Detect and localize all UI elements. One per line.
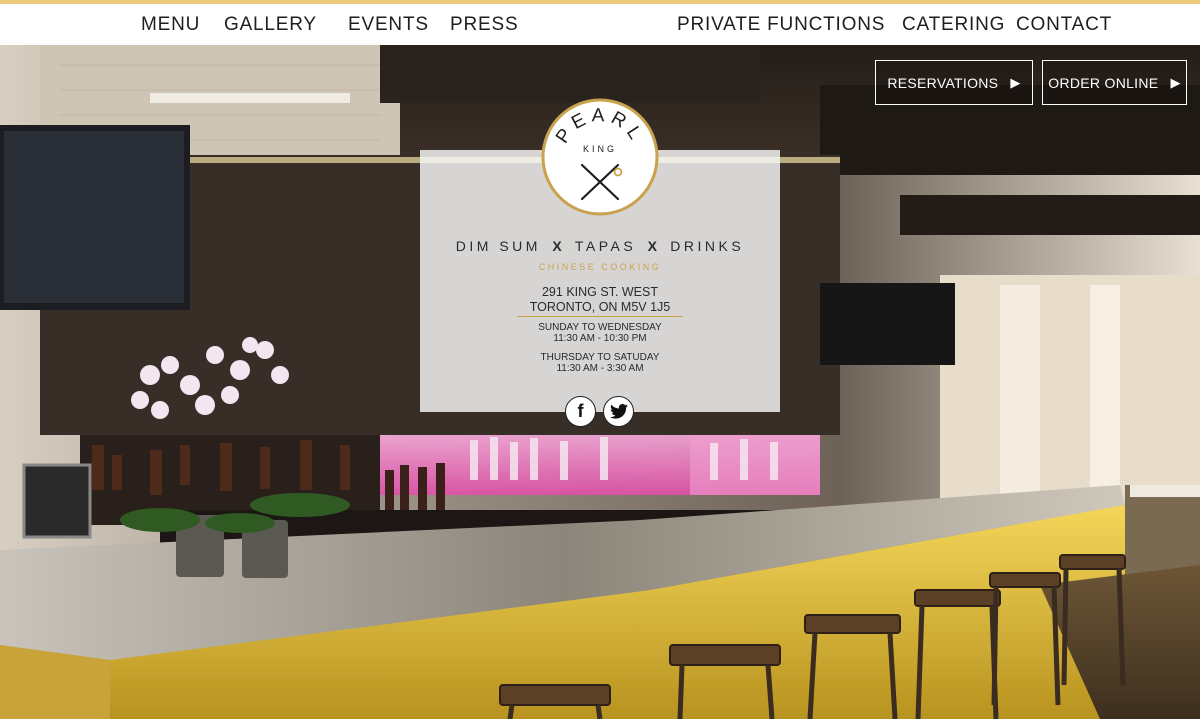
order-online-button[interactable]: ORDER ONLINE ▶ <box>1042 60 1187 105</box>
order-online-label: ORDER ONLINE <box>1048 74 1159 91</box>
tagline-dimsum: DIM SUM <box>455 238 541 254</box>
reservations-button[interactable]: RESERVATIONS ▶ <box>875 60 1033 105</box>
hours-days: SUNDAY TO WEDNESDAY <box>538 322 662 333</box>
pearl-king-logo[interactable]: PEARL KING <box>540 97 660 217</box>
hours-time: 11:30 AM - 10:30 PM <box>553 333 647 344</box>
hero-section: RESERVATIONS ▶ ORDER ONLINE ▶ PEARL KING… <box>0 45 1200 719</box>
play-arrow-icon: ▶ <box>1170 74 1181 90</box>
hours-days: THURSDAY TO SATUDAY <box>540 352 660 363</box>
hours-time: 11:30 AM - 3:30 AM <box>556 363 644 374</box>
nav-menu[interactable]: MENU <box>141 14 200 36</box>
nav-press[interactable]: PRESS <box>450 14 518 36</box>
address-block: 291 KING ST. WEST TORONTO, ON M5V 1J5 <box>420 285 780 315</box>
address-line-1: 291 KING ST. WEST <box>541 285 658 299</box>
nav-catering[interactable]: CATERING <box>902 14 1005 36</box>
nav-gallery[interactable]: GALLERY <box>224 14 317 36</box>
address-line-2: TORONTO, ON M5V 1J5 <box>529 300 671 314</box>
nav-contact[interactable]: CONTACT <box>1016 14 1112 36</box>
hours-block-1: SUNDAY TO WEDNESDAY 11:30 AM - 10:30 PM <box>420 322 780 344</box>
hours-block-2: THURSDAY TO SATUDAY 11:30 AM - 3:30 AM <box>420 352 780 374</box>
tagline: DIM SUM X TAPAS X DRINKS <box>420 238 780 254</box>
logo-sub: KING <box>583 144 617 154</box>
facebook-icon: f <box>577 401 584 421</box>
tagline-subtitle: CHINESE COOKING <box>538 262 662 272</box>
address-divider <box>517 316 683 317</box>
nav-private-functions[interactable]: PRIVATE FUNCTIONS <box>677 14 885 36</box>
tagline-tapas: TAPAS <box>574 238 637 254</box>
reservations-label: RESERVATIONS <box>887 74 999 91</box>
facebook-link[interactable]: f <box>565 396 596 427</box>
play-arrow-icon: ▶ <box>1010 74 1021 90</box>
tagline-separator: X <box>647 238 659 254</box>
nav-events[interactable]: EVENTS <box>348 14 429 36</box>
tagline-separator: X <box>552 238 564 254</box>
top-navigation: MENU GALLERY EVENTS PRESS PRIVATE FUNCTI… <box>0 0 1200 45</box>
twitter-link[interactable] <box>603 396 634 427</box>
tagline-drinks: DRINKS <box>670 238 745 254</box>
twitter-icon <box>609 404 628 419</box>
